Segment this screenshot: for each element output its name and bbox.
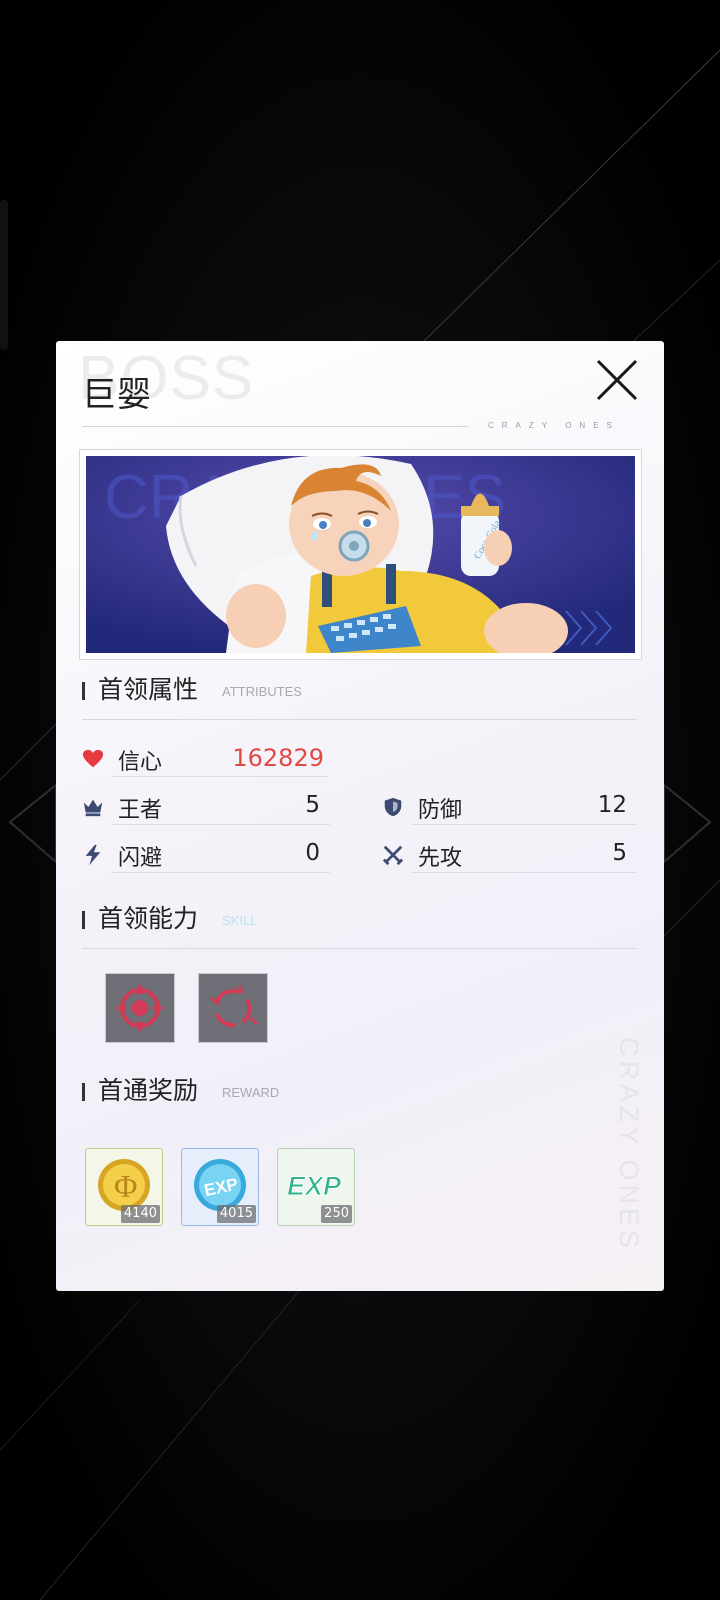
attributes-heading: 首领属性 [98, 675, 199, 704]
title-divider [82, 426, 468, 427]
skills-heading-en: SKILL [222, 913, 258, 928]
rewards-heading-en: REWARD [222, 1085, 280, 1100]
skill-slot-1[interactable] [105, 973, 175, 1043]
reward-item-exp-coin[interactable]: EXP 4015 [181, 1148, 259, 1226]
stat-value: 5 [305, 792, 320, 818]
svg-text:Φ: Φ [114, 1168, 137, 1204]
stat-underline [412, 824, 637, 825]
reward-item-gold[interactable]: Φ 4140 [85, 1148, 163, 1226]
stat-label: 信心 [118, 750, 163, 775]
brand-vertical-text: CRAZY ONES [614, 1037, 644, 1253]
heart-icon [82, 749, 104, 768]
stat-underline [412, 872, 637, 873]
stat-row-initiative: 先攻 5 [382, 839, 637, 873]
boss-name: 巨婴 [82, 375, 152, 415]
svg-text:EXP: EXP [287, 1171, 342, 1201]
stat-label: 先攻 [418, 846, 463, 871]
crown-icon [83, 799, 103, 817]
skills-divider [82, 948, 637, 949]
rewards-heading: 首通奖励 [98, 1076, 199, 1105]
brand-small-text: CRAZY ONES [488, 421, 620, 430]
attributes-heading-en: ATTRIBUTES [222, 684, 302, 699]
reward-count: 4140 [120, 1205, 160, 1223]
boss-portrait-illustration: CRAZY ONES [86, 456, 635, 653]
stat-underline [112, 872, 330, 873]
stat-label: 闪避 [118, 846, 163, 871]
boss-banner-frame: CRAZY ONES [79, 449, 642, 660]
boss-info-modal: BOSS 巨婴 CRAZY ONES CRAZY ONES [56, 341, 664, 1291]
lightning-icon [85, 844, 101, 866]
shield-icon [384, 797, 402, 817]
reward-count: 4015 [216, 1205, 256, 1223]
stat-underline [112, 776, 328, 777]
stat-value: 12 [597, 792, 627, 818]
stat-value: 162829 [232, 744, 324, 772]
broken-ring-icon [210, 985, 259, 1028]
stat-value: 0 [305, 840, 320, 866]
boss-banner: CRAZY ONES [86, 456, 635, 653]
section-marker [82, 911, 85, 929]
close-button[interactable] [594, 357, 640, 403]
stat-underline [112, 824, 330, 825]
stat-label: 王者 [118, 798, 163, 823]
stat-row-defense: 防御 12 [382, 791, 637, 825]
crossed-swords-icon [382, 845, 404, 866]
section-marker [82, 1083, 85, 1101]
stat-value: 5 [612, 840, 627, 866]
skill-slot-2[interactable] [198, 973, 268, 1043]
reward-item-exp[interactable]: EXP 250 [277, 1148, 355, 1226]
stat-row-king: 王者 5 [82, 791, 330, 825]
attributes-divider [82, 719, 637, 720]
close-icon [596, 359, 638, 401]
skills-heading: 首领能力 [98, 904, 199, 933]
stat-row-evade: 闪避 0 [82, 839, 330, 873]
reward-count: 250 [321, 1205, 352, 1223]
section-marker [82, 682, 85, 700]
target-crosshair-icon [114, 982, 166, 1034]
stat-label: 防御 [418, 798, 463, 823]
stat-row-hp: 信心 162829 [82, 743, 328, 777]
